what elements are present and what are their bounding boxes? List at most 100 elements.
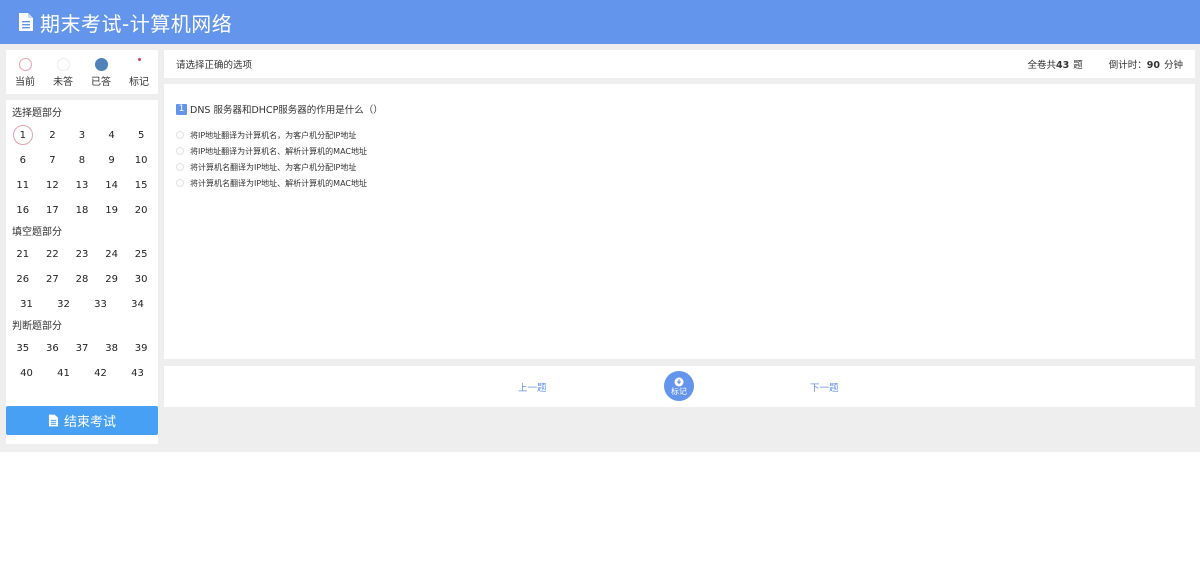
question-number-button[interactable]: 1: [12, 124, 33, 145]
legend-flagged: 标记: [123, 58, 155, 88]
question-number-button[interactable]: 6: [13, 150, 33, 170]
question-number-button[interactable]: 8: [72, 150, 92, 170]
legend-current: 当前: [9, 58, 41, 88]
question-number-button[interactable]: 15: [131, 175, 151, 195]
question-number-row: 26 27 28 29 30: [6, 266, 158, 291]
question-number-button[interactable]: 17: [42, 200, 62, 220]
question-number-button[interactable]: 38: [102, 338, 122, 358]
question-number-button[interactable]: 35: [13, 338, 33, 358]
document-icon: [19, 13, 33, 31]
question-number-row: 16 17 18 19 20: [6, 197, 158, 222]
answer-option[interactable]: 将计算机名翻译为IP地址、为客户机分配IP地址: [176, 159, 1183, 175]
section-title: 填空题部分: [12, 227, 62, 238]
total-suffix: 题: [1073, 60, 1083, 71]
question-number-button[interactable]: 29: [102, 269, 122, 289]
question-number-button[interactable]: 3: [72, 125, 92, 145]
question-number-row: 11 12 13 14 15: [6, 172, 158, 197]
timer-value: 90: [1146, 60, 1160, 71]
total-count: 43: [1055, 60, 1070, 71]
legend-answered: 已答: [85, 58, 117, 88]
question-number-button[interactable]: 4: [102, 125, 122, 145]
legend-label: 当前: [15, 77, 35, 88]
question-number-button[interactable]: 10: [131, 150, 151, 170]
question-nav-bar: 上一题 标记 下一题: [164, 366, 1195, 407]
section-title: 选择题部分: [12, 108, 62, 119]
radio-icon[interactable]: [176, 163, 184, 171]
question-number-button[interactable]: 36: [42, 338, 62, 358]
question-number-button[interactable]: 24: [102, 244, 122, 264]
question-number-button[interactable]: 39: [131, 338, 151, 358]
question-text: DNS 服务器和DHCP服务器的作用是什么（）: [190, 105, 383, 116]
answered-marker-icon: [94, 58, 108, 71]
answer-option[interactable]: 将IP地址翻译为计算机名，为客户机分配IP地址: [176, 127, 1183, 143]
question-number-badge: 1: [176, 103, 187, 115]
question-number-button[interactable]: 16: [13, 200, 33, 220]
question-number-button[interactable]: 21: [13, 244, 33, 264]
flag-label: 标记: [671, 386, 687, 396]
question-number-button[interactable]: 9: [102, 150, 122, 170]
question-navigator: 选择题部分 1 2 3 4 5 6 7 8 9 10 11 12 13 14 15 16 17 18 19 20 填空题部…: [6, 100, 158, 444]
question-number-button[interactable]: 26: [13, 269, 33, 289]
section-title: 判断题部分: [12, 321, 62, 332]
timer-label: 倒计时：: [1108, 60, 1147, 71]
question-number-button[interactable]: 32: [54, 294, 74, 314]
legend-label: 未答: [53, 77, 73, 88]
end-exam-button[interactable]: 结束考试: [6, 406, 158, 435]
document-icon: [48, 414, 59, 427]
question-number-button[interactable]: 14: [102, 175, 122, 195]
answer-option[interactable]: 将IP地址翻译为计算机名、解析计算机的MAC地址: [176, 143, 1183, 159]
end-exam-label: 结束考试: [63, 415, 116, 430]
current-marker-icon: [18, 58, 32, 71]
question-number-button[interactable]: 43: [128, 363, 148, 383]
question-number-button[interactable]: 11: [13, 175, 33, 195]
question-number-row: 40 41 42 43: [6, 360, 158, 385]
question-number-button[interactable]: 22: [42, 244, 62, 264]
radio-icon[interactable]: [176, 179, 184, 187]
option-text: 将IP地址翻译为计算机名，为客户机分配IP地址: [190, 130, 357, 140]
timer-unit: 分钟: [1163, 60, 1183, 71]
radio-icon[interactable]: [176, 131, 184, 139]
question-number-button[interactable]: 7: [42, 150, 62, 170]
question-number-button[interactable]: 20: [131, 200, 151, 220]
instruction-text: 请选择正确的选项: [176, 60, 253, 71]
question-number-button[interactable]: 42: [91, 363, 111, 383]
legend-label: 已答: [91, 77, 111, 88]
total-questions: 全卷共43 题: [1023, 57, 1082, 71]
question-number-button[interactable]: 41: [54, 363, 74, 383]
question-number-button[interactable]: 23: [72, 244, 92, 264]
question-number-button[interactable]: 13: [72, 175, 92, 195]
status-legend: 当前 未答 已答 标记: [6, 50, 158, 94]
question-area: 1 DNS 服务器和DHCP服务器的作用是什么（） 将IP地址翻译为计算机名，为…: [164, 84, 1195, 359]
option-text: 将计算机名翻译为IP地址、解析计算机的MAC地址: [190, 178, 368, 188]
legend-label: 标记: [129, 77, 149, 88]
question-number-button[interactable]: 28: [72, 269, 92, 289]
option-text: 将IP地址翻译为计算机名、解析计算机的MAC地址: [190, 146, 368, 156]
question-number-button[interactable]: 12: [42, 175, 62, 195]
question-number-button[interactable]: 2: [42, 125, 62, 145]
question-number-button[interactable]: 25: [131, 244, 151, 264]
question-number-button[interactable]: 34: [128, 294, 148, 314]
answer-options: 将IP地址翻译为计算机名，为客户机分配IP地址将IP地址翻译为计算机名、解析计算…: [176, 127, 1183, 191]
next-question-button[interactable]: 下一题: [810, 380, 839, 394]
question-number-row: 6 7 8 9 10: [6, 147, 158, 172]
question-number-button[interactable]: 40: [17, 363, 37, 383]
question-number-row: 35 36 37 38 39: [6, 335, 158, 360]
question-number-button[interactable]: 19: [102, 200, 122, 220]
prev-question-button[interactable]: 上一题: [518, 380, 547, 394]
question-number-button[interactable]: 27: [42, 269, 62, 289]
unanswered-marker-icon: [56, 58, 70, 71]
flag-question-button[interactable]: 标记: [664, 371, 694, 401]
countdown-timer: 倒计时：90 分钟: [1105, 57, 1183, 71]
question-number-button[interactable]: 30: [131, 269, 151, 289]
question-number-button[interactable]: 37: [72, 338, 92, 358]
radio-icon[interactable]: [176, 147, 184, 155]
question-number-row: 21 22 23 24 25: [6, 241, 158, 266]
answer-option[interactable]: 将计算机名翻译为IP地址、解析计算机的MAC地址: [176, 175, 1183, 191]
question-number-row: 12345: [6, 122, 158, 147]
question-number-button[interactable]: 33: [91, 294, 111, 314]
question-number-row: 31 32 33 34: [6, 291, 158, 316]
question-number-button[interactable]: 31: [17, 294, 37, 314]
question-number-button[interactable]: 18: [72, 200, 92, 220]
flagged-marker-icon: [133, 58, 146, 71]
question-number-button[interactable]: 5: [131, 125, 151, 145]
